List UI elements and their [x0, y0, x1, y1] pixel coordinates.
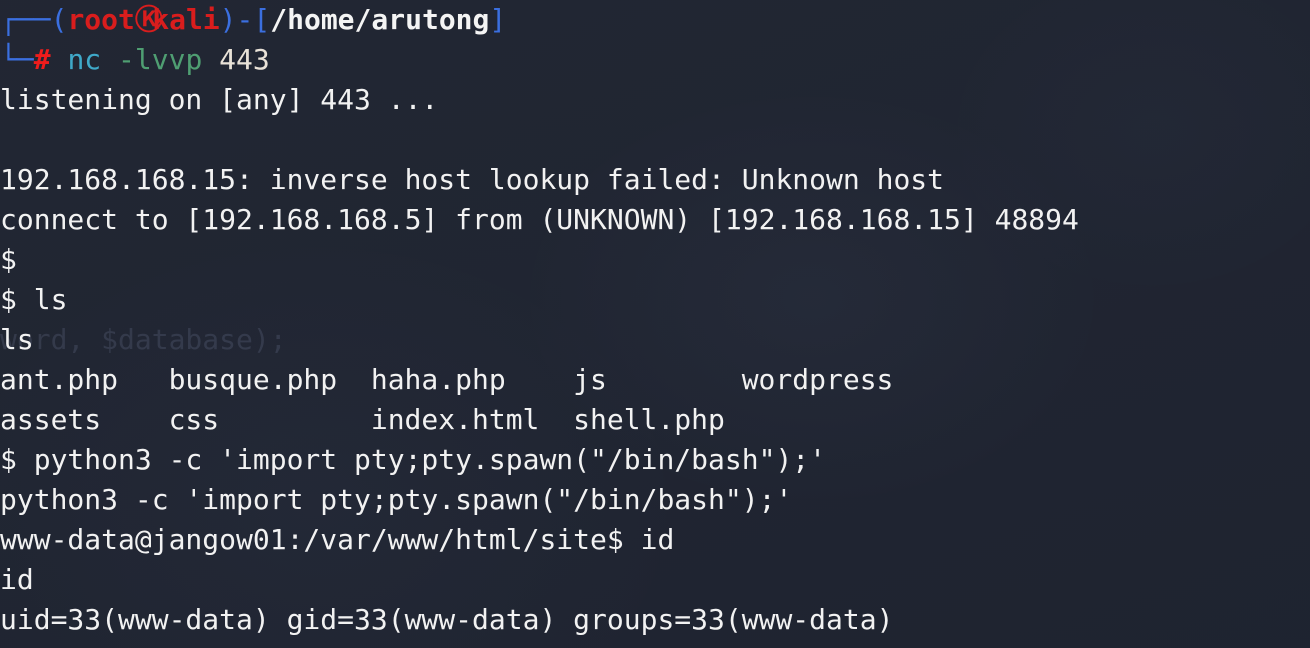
terminal-screen[interactable]: ┌──(rootⓀkali)-[/home/arutong] └─# nc -l…	[0, 0, 1310, 640]
terminal-line-shell-ls-cmd: $ ls	[0, 283, 68, 316]
ls-entry: assets	[0, 403, 102, 436]
ls-entry: haha.php	[370, 363, 506, 396]
prompt-bracket-close: ]	[489, 3, 507, 36]
prompt-dash: -	[236, 3, 254, 36]
prompt-paren-close: )	[219, 3, 237, 36]
ls-output-row-1: ant.php busque.php haha.php js wordpress	[0, 360, 1310, 400]
prompt-user: root	[67, 3, 135, 36]
prompt-path: /home/arutong	[270, 3, 490, 36]
terminal-line-id-output: uid=33(www-data) gid=33(www-data) groups…	[0, 603, 894, 636]
ls-entry: wordpress	[741, 363, 894, 396]
ls-entry: css	[168, 403, 220, 436]
kali-dragon-icon: Ⓚ	[134, 3, 163, 36]
ls-entry: ant.php	[0, 363, 119, 396]
terminal-output-block: listening on [any] 443 ... 192.168.168.15…	[0, 80, 1310, 360]
prompt-line-bottom[interactable]: └─# nc -lvvp 443	[0, 40, 1310, 80]
prompt-paren-open: (	[50, 3, 68, 36]
terminal-line-id-echo: id	[0, 563, 34, 596]
ls-output-row-2: assets css index.html shell.php	[0, 400, 1310, 440]
terminal-window[interactable]: word, $database); ┌──(rootⓀkali)-[/home/…	[0, 0, 1310, 648]
ls-entry: index.html	[370, 403, 540, 436]
terminal-line-pty-echo: python3 -c 'import pty;pty.spawn("/bin/b…	[0, 483, 793, 516]
prompt-bracket-open: [	[253, 3, 271, 36]
prompt-host: kali	[152, 3, 220, 36]
terminal-tail-block: $ python3 -c 'import pty;pty.spawn("/bin…	[0, 440, 1310, 640]
terminal-line-inverse: 192.168.168.15: inverse host lookup fail…	[0, 163, 945, 196]
command-arg: 443	[219, 43, 270, 76]
terminal-line-listening: listening on [any] 443 ...	[0, 83, 439, 116]
terminal-line-shell-prompt-1: $	[0, 243, 17, 276]
prompt-box-top: ┌──	[0, 3, 51, 36]
terminal-line-pty-cmd: $ python3 -c 'import pty;pty.spawn("/bin…	[0, 443, 827, 476]
prompt-sigil: #	[33, 43, 51, 76]
prompt-line-top: ┌──(rootⓀkali)-[/home/arutong]	[0, 0, 1310, 40]
command-flags: -lvvp	[118, 43, 203, 76]
ls-entry: js	[573, 363, 607, 396]
ls-entry: busque.php	[168, 363, 338, 396]
ls-entry: shell.php	[573, 403, 725, 436]
prompt-box-bottom: └─	[0, 43, 34, 76]
terminal-line-remote-prompt: www-data@jangow01:/var/www/html/site$ id	[0, 523, 675, 556]
terminal-line-blank-1	[0, 120, 1310, 160]
command-name: nc	[67, 43, 102, 76]
terminal-line-connect: connect to [192.168.168.5] from (UNKNOWN…	[0, 203, 1079, 236]
terminal-line-echo-ls: ls	[0, 323, 34, 356]
